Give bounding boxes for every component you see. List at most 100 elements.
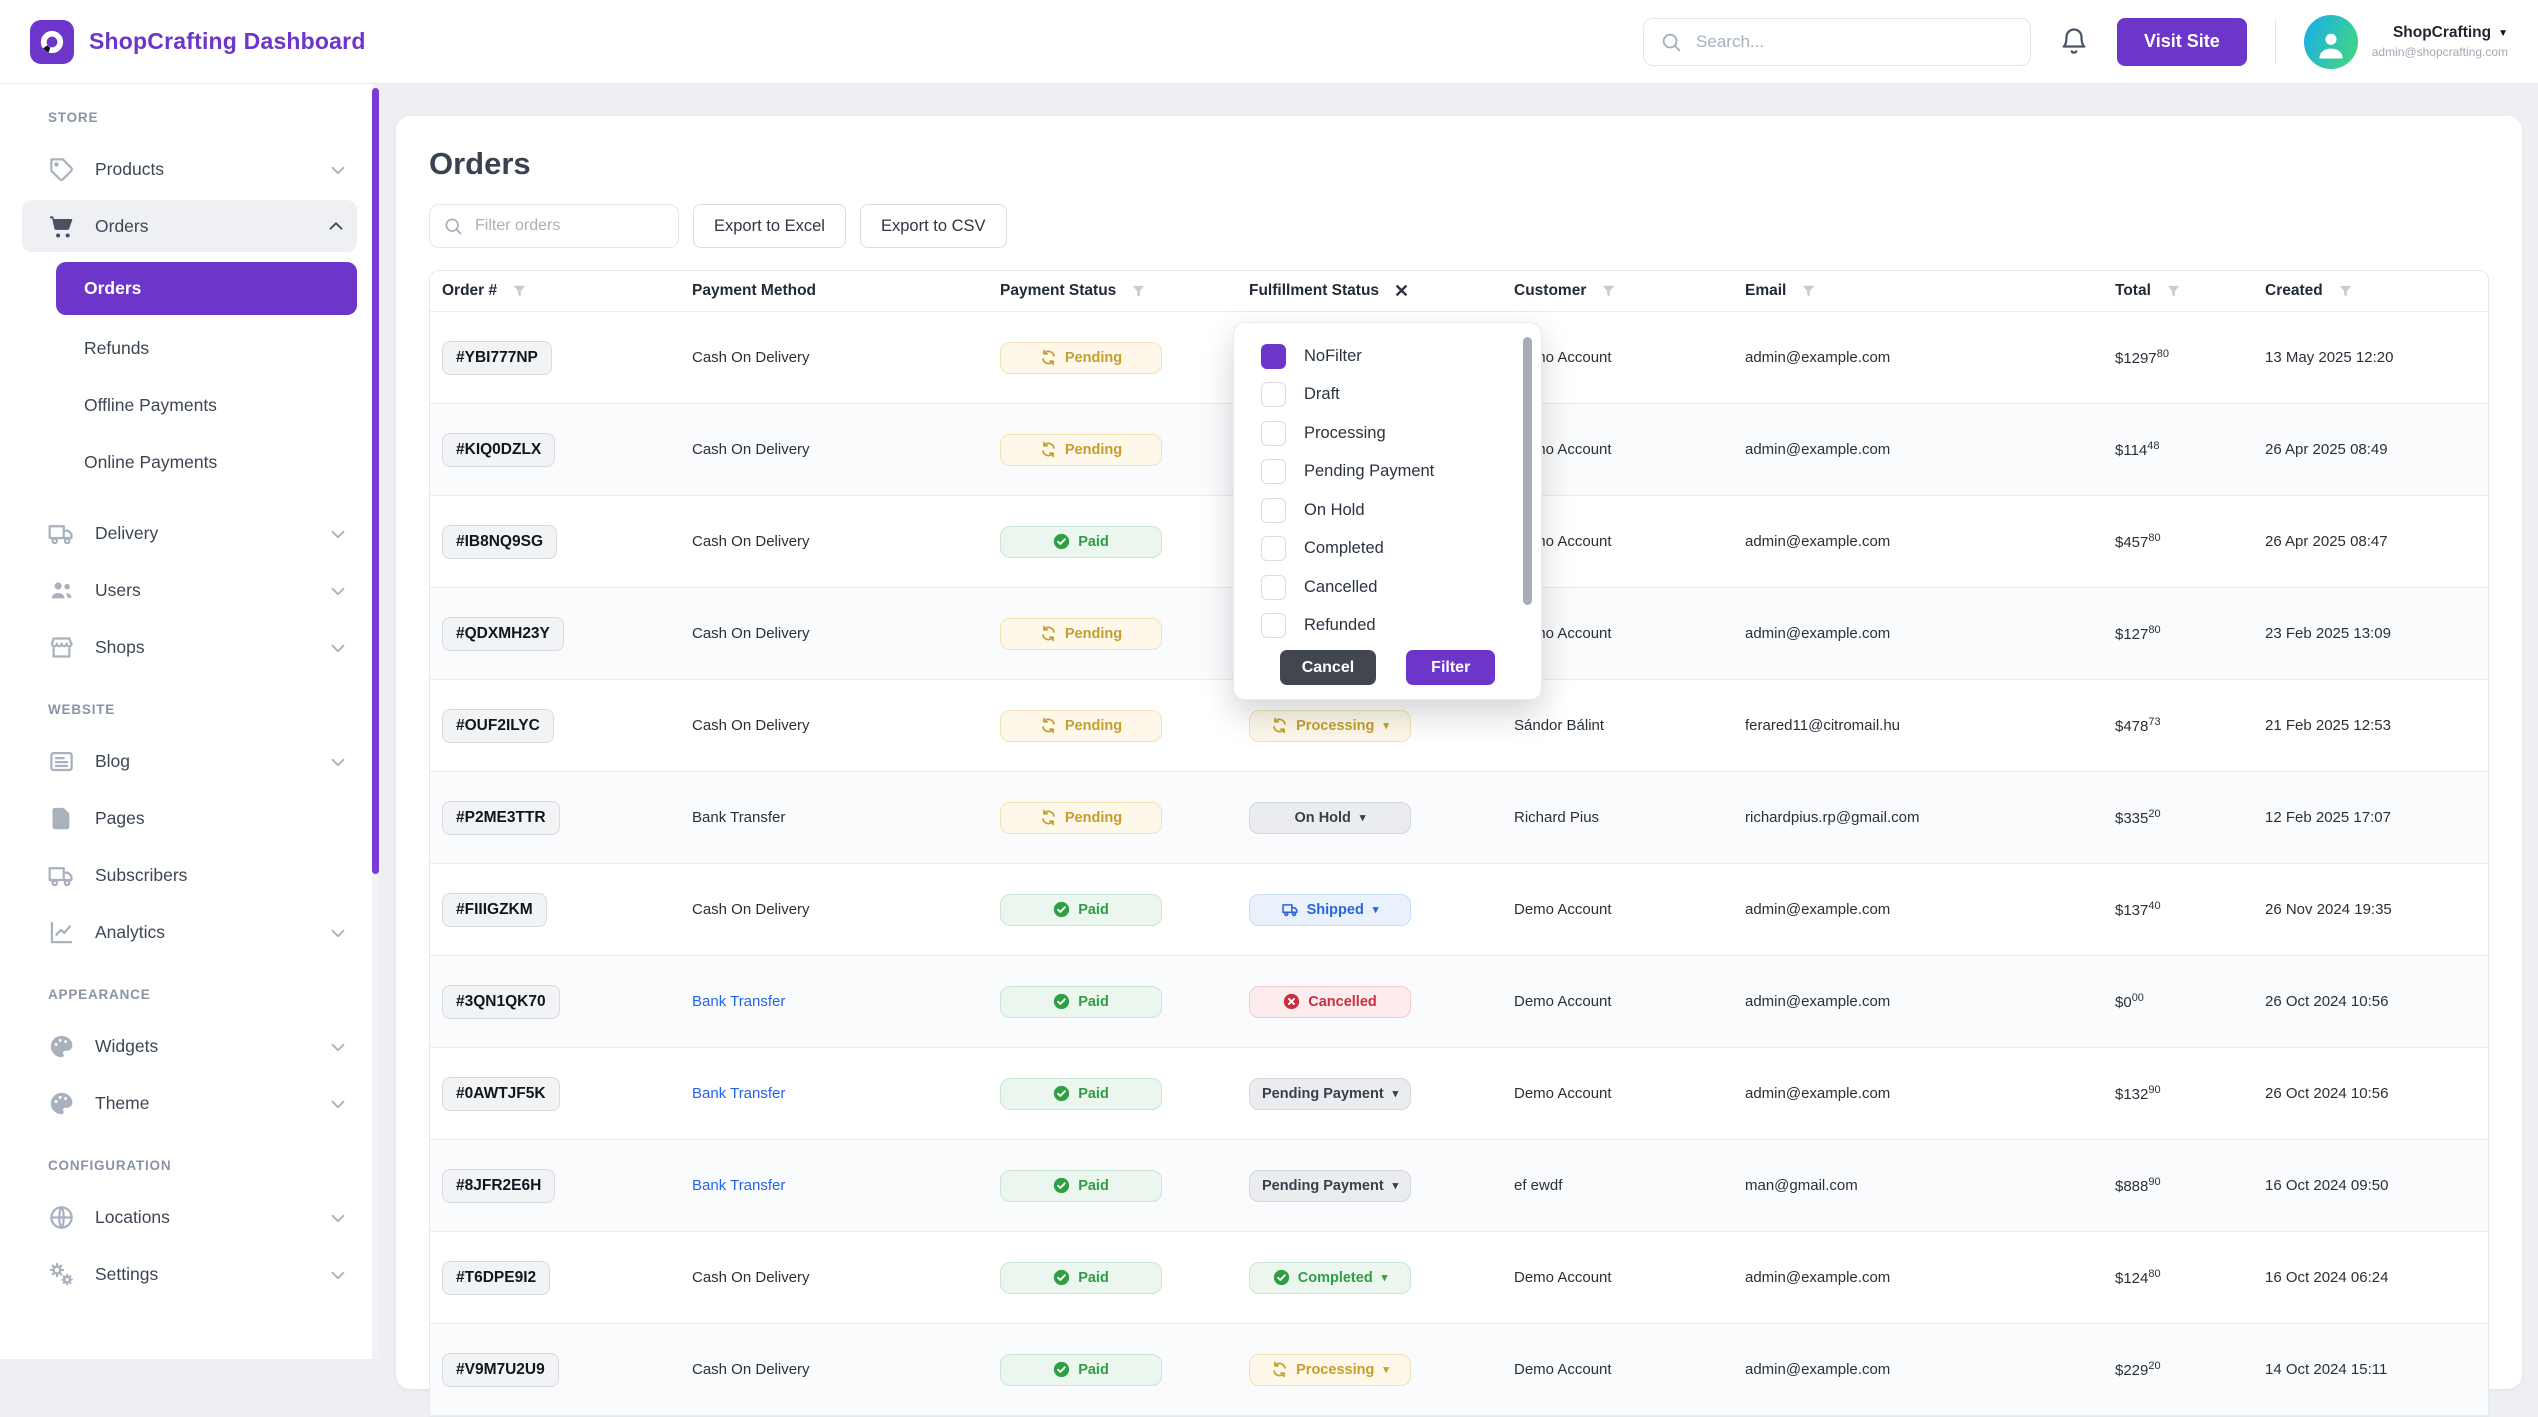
order-number-pill[interactable]: #OUF2ILYC — [442, 709, 554, 743]
sidebar-item-theme[interactable]: Theme — [0, 1075, 379, 1132]
filter-option-processing[interactable]: Processing — [1261, 414, 1541, 453]
sidebar-item-analytics[interactable]: Analytics — [0, 904, 379, 961]
sidebar-submenu-orders: OrdersRefundsOffline PaymentsOnline Paym… — [0, 254, 379, 505]
sidebar-item-orders[interactable]: Orders — [22, 200, 357, 252]
visit-site-button[interactable]: Visit Site — [2117, 18, 2247, 66]
filter-funnel-icon[interactable] — [1801, 284, 1816, 299]
fulfillment-status-badge[interactable]: On Hold▾ — [1249, 802, 1411, 834]
refresh-icon — [1271, 717, 1288, 734]
order-number-pill[interactable]: #FIIIGZKM — [442, 893, 547, 927]
column-header-fulfillment-status: Fulfillment Status✕ — [1249, 281, 1514, 302]
fulfillment-status-badge[interactable]: Processing▾ — [1249, 710, 1411, 742]
filter-option-label: On Hold — [1304, 501, 1365, 520]
checkbox-unchecked[interactable] — [1261, 421, 1286, 446]
clear-filter-icon[interactable]: ✕ — [1394, 281, 1409, 302]
customer-email: admin@example.com — [1745, 533, 2115, 550]
order-number-pill[interactable]: #KIQ0DZLX — [442, 433, 555, 467]
customer-email: admin@example.com — [1745, 1085, 2115, 1102]
customer-email: admin@example.com — [1745, 441, 2115, 458]
search-input[interactable] — [1694, 31, 2014, 53]
column-header-created: Created — [2265, 282, 2488, 300]
fulfillment-status-badge[interactable]: Shipped▾ — [1249, 894, 1411, 926]
payment-method: Cash On Delivery — [692, 1269, 810, 1286]
table-row: #8JFR2E6HBank TransferPaidPending Paymen… — [430, 1140, 2488, 1232]
column-header-payment-status: Payment Status — [1000, 282, 1249, 300]
payment-method: Cash On Delivery — [692, 717, 810, 734]
order-number-pill[interactable]: #QDXMH23Y — [442, 617, 564, 651]
created-date: 26 Oct 2024 10:56 — [2265, 993, 2488, 1010]
sidebar-subitem-offline-payments[interactable]: Offline Payments — [56, 377, 357, 434]
checkbox-unchecked[interactable] — [1261, 498, 1286, 523]
filter-button[interactable]: Filter — [1406, 650, 1495, 685]
sidebar-item-delivery[interactable]: Delivery — [0, 505, 379, 562]
column-label: Email — [1745, 282, 1786, 300]
filter-option-cancelled[interactable]: Cancelled — [1261, 568, 1541, 607]
sidebar-subitem-online-payments[interactable]: Online Payments — [56, 434, 357, 491]
notifications-bell-icon[interactable] — [2059, 27, 2089, 57]
filter-option-pending-payment[interactable]: Pending Payment — [1261, 453, 1541, 492]
filter-option-completed[interactable]: Completed — [1261, 530, 1541, 569]
order-number-pill[interactable]: #8JFR2E6H — [442, 1169, 555, 1203]
payment-status-badge: Pending — [1000, 618, 1162, 650]
sidebar-item-settings[interactable]: Settings — [0, 1246, 379, 1303]
filter-funnel-icon[interactable] — [2338, 284, 2353, 299]
fulfillment-status-badge[interactable]: Pending Payment▾ — [1249, 1078, 1411, 1110]
sidebar-item-pages[interactable]: Pages — [0, 790, 379, 847]
sidebar-item-subscribers[interactable]: Subscribers — [0, 847, 379, 904]
checkbox-unchecked[interactable] — [1261, 613, 1286, 638]
order-number-pill[interactable]: #P2ME3TTR — [442, 801, 560, 835]
checkbox-unchecked[interactable] — [1261, 536, 1286, 561]
badge-label: Paid — [1078, 1086, 1109, 1102]
order-number-pill[interactable]: #T6DPE9I2 — [442, 1261, 550, 1295]
filter-option-nofilter[interactable]: NoFilter — [1261, 337, 1541, 376]
filter-option-on-hold[interactable]: On Hold — [1261, 491, 1541, 530]
filter-funnel-icon[interactable] — [1131, 284, 1146, 299]
payment-method[interactable]: Bank Transfer — [692, 1177, 785, 1194]
order-number-pill[interactable]: #0AWTJF5K — [442, 1077, 560, 1111]
checkbox-unchecked[interactable] — [1261, 575, 1286, 600]
order-number-pill[interactable]: #YBI777NP — [442, 341, 552, 375]
payment-method[interactable]: Bank Transfer — [692, 1085, 785, 1102]
order-number-pill[interactable]: #3QN1QK70 — [442, 985, 560, 1019]
checkbox-unchecked[interactable] — [1261, 459, 1286, 484]
dropdown-scrollbar-thumb[interactable] — [1523, 337, 1532, 605]
sidebar-item-locations[interactable]: Locations — [0, 1189, 379, 1246]
sidebar-subitem-refunds[interactable]: Refunds — [56, 320, 357, 377]
user-menu[interactable]: ShopCrafting ▼ admin@shopcrafting.com — [2304, 15, 2508, 69]
search-box[interactable] — [1643, 18, 2031, 66]
chevron-down-icon — [327, 523, 349, 545]
fulfillment-status-badge[interactable]: Pending Payment▾ — [1249, 1170, 1411, 1202]
checkbox-checked[interactable] — [1261, 344, 1286, 369]
sidebar-item-products[interactable]: Products — [0, 141, 379, 198]
filter-option-refunded[interactable]: Refunded — [1261, 607, 1541, 639]
filter-funnel-icon[interactable] — [2166, 284, 2181, 299]
filter-orders-box[interactable] — [429, 204, 679, 248]
dropdown-caret-icon: ▾ — [1393, 1087, 1399, 1100]
app-logo[interactable] — [30, 20, 74, 64]
fulfillment-status-badge[interactable]: Processing▾ — [1249, 1354, 1411, 1386]
fulfillment-status-badge[interactable]: Completed▾ — [1249, 1262, 1411, 1294]
sidebar-item-blog[interactable]: Blog — [0, 733, 379, 790]
cancel-button[interactable]: Cancel — [1280, 650, 1376, 685]
avatar[interactable] — [2304, 15, 2358, 69]
filter-funnel-icon[interactable] — [1601, 284, 1616, 299]
fulfillment-status-badge[interactable]: Cancelled — [1249, 986, 1411, 1018]
sidebar-item-widgets[interactable]: Widgets — [0, 1018, 379, 1075]
payment-method[interactable]: Bank Transfer — [692, 993, 785, 1010]
order-number-pill[interactable]: #IB8NQ9SG — [442, 525, 557, 559]
sidebar-subitem-orders[interactable]: Orders — [56, 262, 357, 315]
filter-orders-input[interactable] — [473, 216, 665, 236]
badge-label: Paid — [1078, 534, 1109, 550]
sidebar-scrollbar-thumb[interactable] — [372, 88, 379, 874]
export-excel-button[interactable]: Export to Excel — [693, 204, 846, 248]
badge-label: Shipped — [1307, 902, 1364, 918]
filter-option-draft[interactable]: Draft — [1261, 376, 1541, 415]
column-header-order-: Order # — [442, 282, 692, 300]
checkbox-unchecked[interactable] — [1261, 382, 1286, 407]
order-number-pill[interactable]: #V9M7U2U9 — [442, 1353, 559, 1387]
sidebar-item-users[interactable]: Users — [0, 562, 379, 619]
created-date: 21 Feb 2025 12:53 — [2265, 717, 2488, 734]
filter-funnel-icon[interactable] — [512, 284, 527, 299]
export-csv-button[interactable]: Export to CSV — [860, 204, 1007, 248]
sidebar-item-shops[interactable]: Shops — [0, 619, 379, 676]
